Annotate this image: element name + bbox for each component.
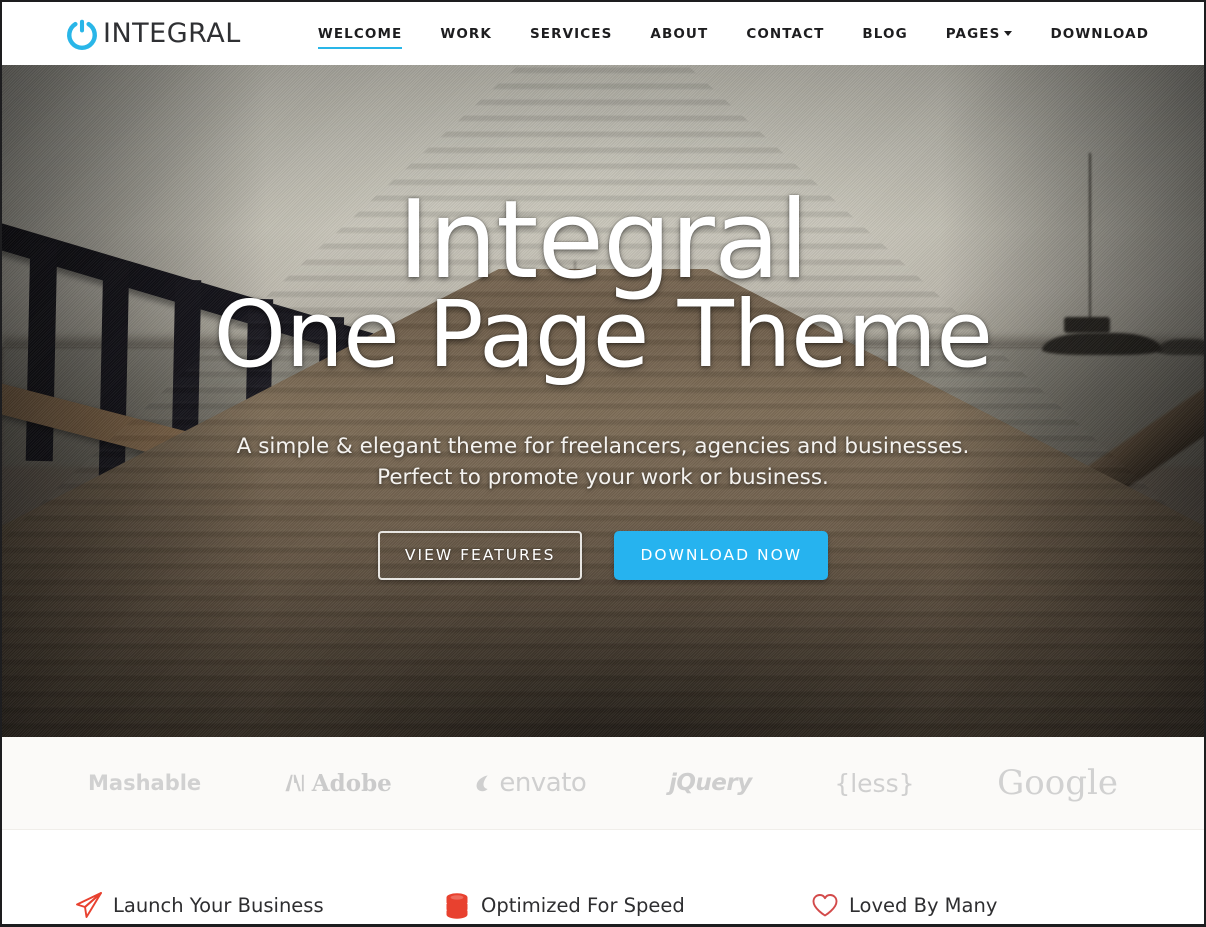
hero-buttons: VIEW FEATURES DOWNLOAD NOW	[377, 531, 829, 581]
feature-label: Optimized For Speed	[481, 893, 685, 917]
envato-leaf-icon	[474, 773, 494, 794]
client-logo-envato[interactable]: envato	[474, 768, 587, 798]
client-logo-mashable[interactable]: Mashable	[88, 771, 201, 795]
nav-item-work[interactable]: WORK	[421, 20, 511, 48]
hero-subtitle-line2: Perfect to promote your work or business…	[377, 464, 829, 490]
feature-optimized-for-speed: Optimized For Speed	[442, 890, 810, 920]
chevron-down-icon	[1004, 31, 1013, 36]
nav-item-contact[interactable]: CONTACT	[727, 20, 843, 48]
nav-item-pages[interactable]: PAGES	[927, 20, 1032, 48]
hero-title-line2: One Page Theme	[213, 280, 993, 388]
client-logo-google[interactable]: Google	[997, 763, 1118, 803]
client-logo-label: envato	[499, 768, 587, 798]
paper-plane-icon	[74, 890, 104, 920]
nav-label: PAGES	[945, 25, 1001, 42]
hero-content: Integral One Page Theme A simple & elega…	[2, 65, 1204, 737]
adobe-a-icon	[284, 772, 307, 794]
hero-subtitle-line1: A simple & elegant theme for freelancers…	[236, 433, 970, 459]
nav-item-services[interactable]: SERVICES	[511, 20, 631, 48]
nav-label: ABOUT	[650, 25, 709, 42]
client-logo-label: jQuery	[668, 770, 752, 796]
nav-item-welcome[interactable]: WELCOME	[299, 20, 421, 49]
brand-name: INTEGRAL	[103, 18, 241, 49]
hero-subtitle: A simple & elegant theme for freelancers…	[237, 432, 970, 493]
download-now-button[interactable]: DOWNLOAD NOW	[614, 531, 829, 581]
heart-icon	[810, 890, 840, 920]
power-icon	[65, 17, 99, 51]
nav-label: CONTACT	[746, 25, 825, 42]
client-logos-bar: Mashable Adobe envato jQuery {less} Goog…	[2, 737, 1204, 830]
client-logo-jquery[interactable]: jQuery	[669, 770, 752, 796]
hero-title-line1: Integral	[397, 178, 809, 303]
feature-label: Launch Your Business	[113, 893, 324, 917]
client-logo-label: Mashable	[88, 771, 202, 795]
page-root: INTEGRAL WELCOME WORK SERVICES ABOUT CON…	[0, 0, 1206, 927]
nav-label: WELCOME	[317, 25, 403, 42]
client-logo-label: Adobe	[311, 769, 392, 797]
site-header: INTEGRAL WELCOME WORK SERVICES ABOUT CON…	[2, 2, 1204, 65]
client-logo-label: {less}	[834, 768, 915, 798]
nav-label: DOWNLOAD	[1050, 25, 1149, 42]
client-logo-less[interactable]: {less}	[834, 769, 914, 798]
nav-label: WORK	[440, 25, 492, 42]
brand-logo[interactable]: INTEGRAL	[65, 17, 241, 51]
nav-item-download[interactable]: DOWNLOAD	[1031, 20, 1168, 48]
nav-label: BLOG	[862, 25, 908, 42]
feature-label: Loved By Many	[849, 893, 998, 917]
view-features-button[interactable]: VIEW FEATURES	[377, 531, 583, 581]
database-icon	[442, 890, 472, 920]
main-navigation: WELCOME WORK SERVICES ABOUT CONTACT BLOG…	[299, 20, 1168, 49]
nav-label: SERVICES	[529, 25, 613, 42]
nav-item-blog[interactable]: BLOG	[843, 20, 926, 48]
client-logo-adobe[interactable]: Adobe	[284, 770, 392, 797]
nav-item-about[interactable]: ABOUT	[631, 20, 727, 48]
feature-launch-your-business: Launch Your Business	[74, 890, 442, 920]
features-row: Launch Your Business Optimized For Speed	[2, 830, 1204, 924]
hero-title: Integral One Page Theme	[213, 178, 993, 388]
feature-loved-by-many: Loved By Many	[810, 890, 997, 920]
client-logo-label: Google	[997, 763, 1118, 803]
hero-section: Integral One Page Theme A simple & elega…	[2, 65, 1204, 737]
